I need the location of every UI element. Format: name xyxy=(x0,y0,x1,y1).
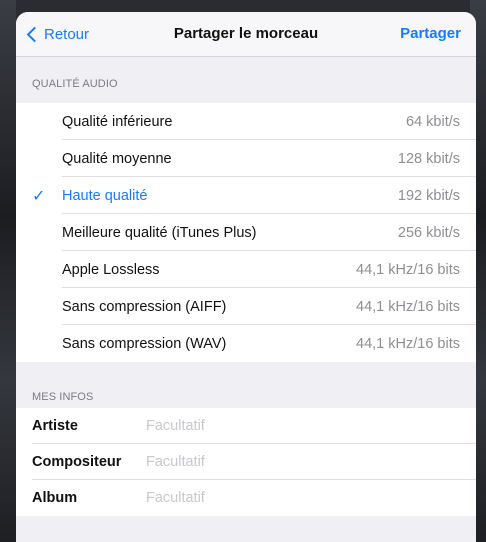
quality-option-label: Sans compression (WAV) xyxy=(62,335,227,352)
quality-option-label: Qualité moyenne xyxy=(62,150,172,167)
quality-option-bitrate: 44,1 kHz/16 bits xyxy=(356,298,460,315)
navigation-bar: Retour Partager le morceau Partager xyxy=(16,12,476,57)
audio-quality-list: Qualité inférieure 64 kbit/s Qualité moy… xyxy=(16,103,476,362)
quality-option-label: Sans compression (AIFF) xyxy=(62,298,227,315)
chevron-left-icon xyxy=(26,26,43,42)
share-track-sheet: Retour Partager le morceau Partager QUAL… xyxy=(16,12,476,542)
share-button[interactable]: Partager xyxy=(400,12,461,56)
album-field[interactable] xyxy=(144,489,476,507)
composer-row: Compositeur xyxy=(16,444,476,480)
my-info-form: Artiste Compositeur Album xyxy=(16,408,476,516)
back-button-label: Retour xyxy=(44,25,90,43)
quality-option-label: Apple Lossless xyxy=(62,261,160,278)
quality-option-bitrate: 128 kbit/s xyxy=(397,150,460,167)
quality-option-bitrate: 44,1 kHz/16 bits xyxy=(356,335,460,352)
quality-option-bitrate: 44,1 kHz/16 bits xyxy=(356,261,460,278)
artist-row: Artiste xyxy=(16,408,476,444)
checkmark-icon: ✓ xyxy=(32,187,46,205)
quality-option-label: Qualité inférieure xyxy=(62,113,173,130)
quality-option-label: Haute qualité xyxy=(62,187,148,204)
quality-option-itunes-plus[interactable]: Meilleure qualité (iTunes Plus) 256 kbit… xyxy=(16,214,476,251)
quality-option-medium[interactable]: Qualité moyenne 128 kbit/s xyxy=(16,140,476,177)
background-app-edge-left xyxy=(0,0,16,542)
quality-option-apple-lossless[interactable]: Apple Lossless 44,1 kHz/16 bits xyxy=(16,251,476,288)
composer-label: Compositeur xyxy=(32,454,122,470)
quality-option-high[interactable]: ✓ Haute qualité 192 kbit/s xyxy=(16,177,476,214)
album-row: Album xyxy=(16,480,476,516)
quality-option-aiff[interactable]: Sans compression (AIFF) 44,1 kHz/16 bits xyxy=(16,288,476,325)
back-button[interactable]: Retour xyxy=(26,12,89,56)
artist-field[interactable] xyxy=(144,417,476,435)
quality-option-bitrate: 192 kbit/s xyxy=(397,187,460,204)
my-info-section-header: MES INFOS xyxy=(32,391,94,403)
quality-option-label: Meilleure qualité (iTunes Plus) xyxy=(62,224,257,241)
quality-option-bitrate: 256 kbit/s xyxy=(397,224,460,241)
quality-option-low[interactable]: Qualité inférieure 64 kbit/s xyxy=(16,103,476,140)
audio-quality-section-header: QUALITÉ AUDIO xyxy=(32,78,118,90)
quality-option-wav[interactable]: Sans compression (WAV) 44,1 kHz/16 bits xyxy=(16,325,476,362)
quality-option-bitrate: 64 kbit/s xyxy=(406,113,460,130)
album-label: Album xyxy=(32,490,78,506)
artist-label: Artiste xyxy=(32,418,78,434)
composer-field[interactable] xyxy=(144,453,476,471)
